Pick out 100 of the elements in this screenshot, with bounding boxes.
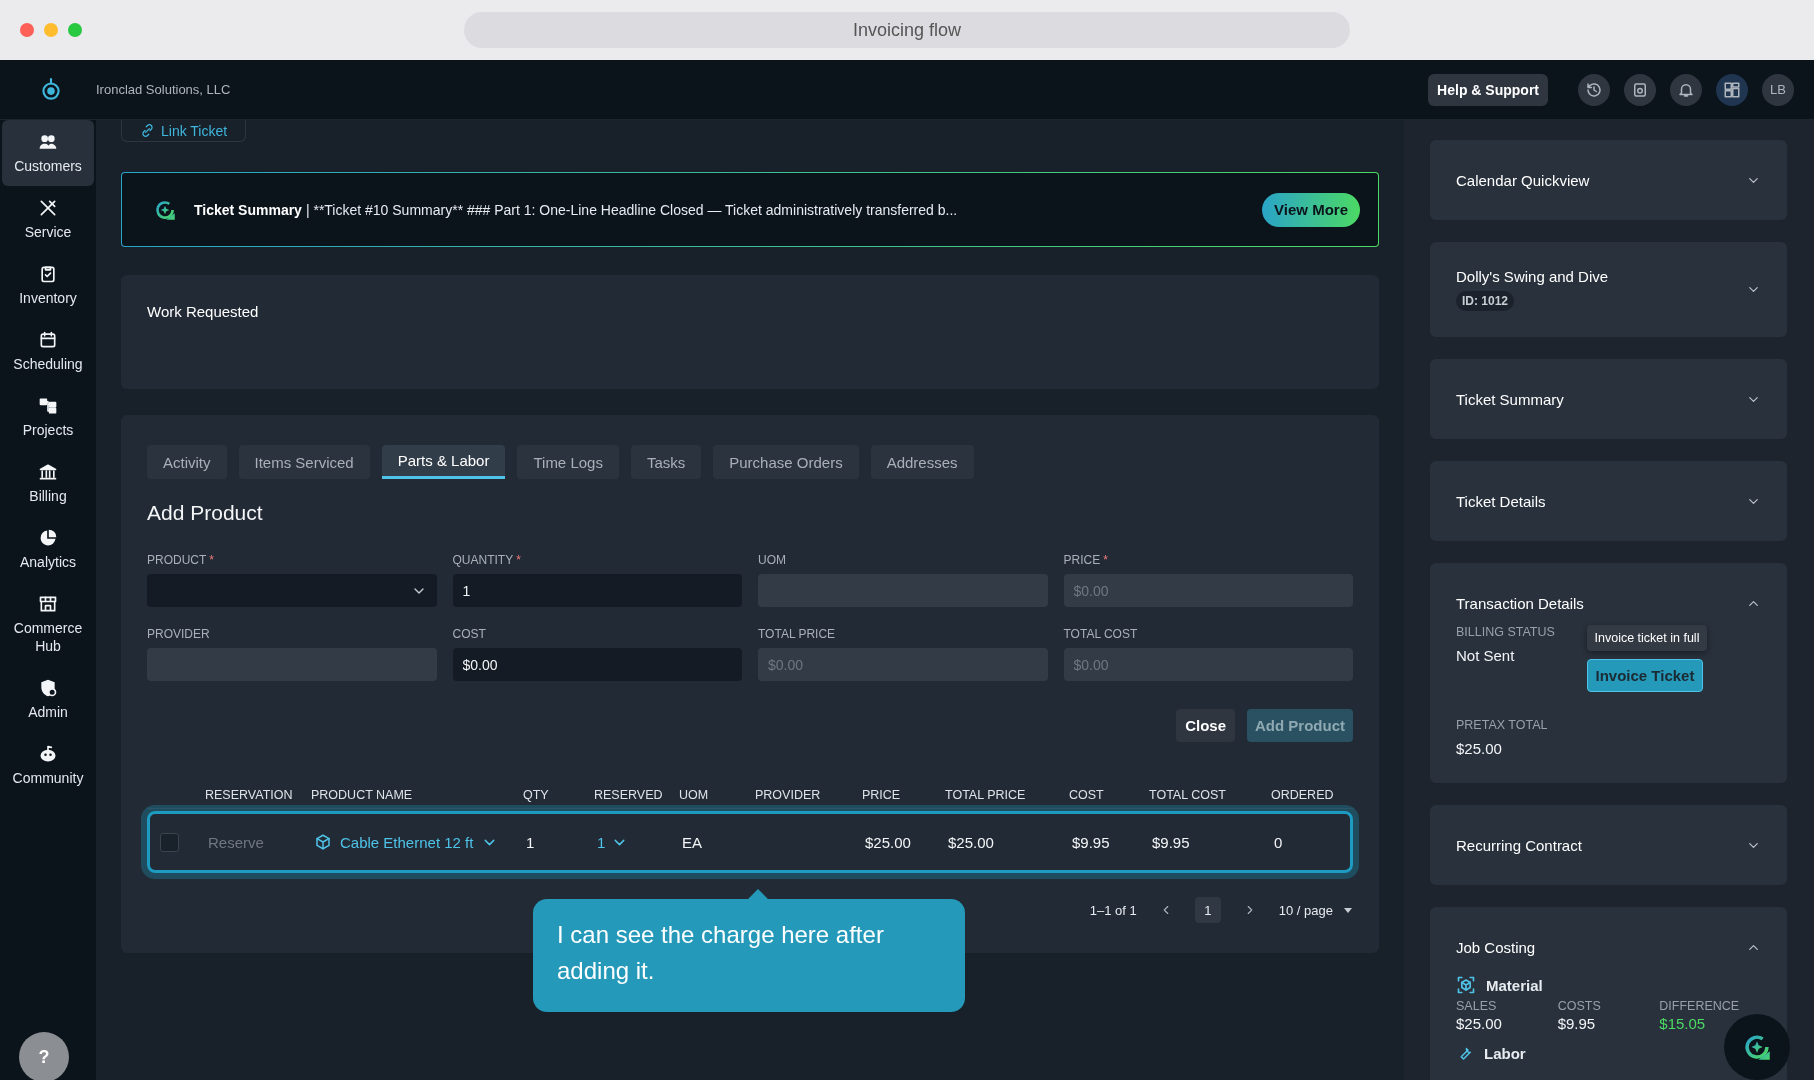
section-title: Add Product [147,501,264,525]
table-cell: $9.95 [1152,833,1190,851]
timer-icon [1631,80,1649,99]
field-label: QUANTITY [452,553,514,567]
product-link[interactable]: Cable Ethernet 12 ft [314,833,499,851]
sidebar-item[interactable]: Admin [2,666,94,732]
field-label: COST [452,627,486,641]
hierarchy-icon [38,396,58,416]
sidebar-item[interactable]: Community [2,732,94,798]
maximize-window-icon[interactable] [68,23,82,37]
link-icon [140,123,155,138]
pie-chart-icon [38,528,58,548]
cube-scan-icon [1456,975,1476,995]
card-title: Ticket Details [1456,492,1546,510]
reserved-dropdown[interactable]: 1 [597,833,629,851]
column-header: COST [1069,788,1105,802]
cube-icon [314,833,332,851]
grid-icon [1723,80,1741,99]
page-size-select[interactable]: 10 / page [1278,902,1333,918]
tab[interactable]: Time Logs [517,445,619,479]
field-label: TOTAL PRICE [758,627,836,641]
tab[interactable]: Addresses [870,445,974,479]
minimize-window-icon[interactable] [44,23,58,37]
invoice-ticket-button[interactable]: Invoice Ticket [1586,659,1704,692]
sidebar-item[interactable]: Inventory [2,252,94,318]
history-icon [1585,80,1603,99]
metric-label: SALES [1456,999,1498,1013]
timer-button[interactable] [1624,73,1656,106]
column-header: RESERVED [594,788,664,802]
section-title: Material [1486,976,1543,994]
view-more-button[interactable]: View More [1262,192,1360,227]
pretax-total: $25.00 [1456,740,1503,757]
column-header: ORDERED [1271,788,1335,802]
sidebar-item[interactable]: Commerce Hub [2,582,94,666]
column-header: UOM [679,788,710,802]
column-header: PRODUCT NAME [311,788,414,802]
sidebar-item[interactable]: Service [2,186,94,252]
clipboard-check-icon [38,264,58,284]
column-header: RESERVATION [205,788,294,802]
card-title: Transaction Details [1456,594,1584,612]
sidebar-item[interactable]: Projects [2,384,94,450]
id-badge: ID: 1012 [1456,291,1515,311]
people-icon [38,132,58,152]
input-field[interactable]: $0.00 [452,648,742,681]
section-title: Labor [1484,1044,1526,1062]
company-name: Ironclad Solutions, LLC [96,82,231,97]
history-button[interactable] [1578,73,1610,106]
tab[interactable]: Items Serviced [238,445,370,479]
table-cell: Reserve [208,833,264,851]
column-header: TOTAL COST [1149,788,1227,802]
billing-status: Not Sent [1456,647,1516,664]
required-mark: * [1103,553,1108,567]
user-avatar[interactable]: LB [1762,73,1794,106]
required-mark: * [209,553,214,567]
table-cell: $25.00 [948,833,994,851]
storefront-icon [38,594,58,614]
field-label: PRODUCT [147,553,207,567]
tab[interactable]: Purchase Orders [713,445,859,479]
link-ticket-button[interactable]: Link Ticket [121,120,247,142]
metric-value: $15.05 [1659,1015,1707,1032]
input-field[interactable]: 1 [452,574,742,607]
help-support-button[interactable]: Help & Support [1428,73,1548,106]
shield-icon [38,678,58,698]
metric-label: DIFFERENCE [1659,999,1741,1013]
tooltip: Invoice ticket in full [1586,625,1708,651]
dashboard-button[interactable] [1716,73,1748,106]
sidebar-item[interactable]: Billing [2,450,94,516]
sidebar-item[interactable]: Customers [2,120,94,186]
robot-face-icon [38,744,58,764]
card-title: Recurring Contract [1456,836,1582,854]
banner-text: | **Ticket #10 Summary** ### Part 1: One-Line Headline Closed — Ticket administratively transferred b... [305,201,959,218]
field-label: TOTAL COST [1063,627,1138,641]
tab[interactable]: Parts & Labor [381,445,506,479]
card-title: Calendar Quickview [1456,171,1590,189]
column-header: TOTAL PRICE [945,788,1027,802]
table-cell: 1 [526,833,535,851]
required-mark: * [516,553,521,567]
close-window-icon[interactable] [20,23,34,37]
bank-icon [38,462,58,482]
card-title: Ticket Summary [1456,390,1564,408]
address-bar[interactable]: Invoicing flow [464,12,1350,48]
table-cell: $25.00 [865,833,911,851]
table-cell: 0 [1274,833,1283,851]
sidebar-item[interactable]: Analytics [2,516,94,582]
close-button[interactable]: Close [1176,709,1235,742]
tab[interactable]: Activity [147,445,227,479]
field-label: UOM [758,553,786,567]
tab[interactable]: Tasks [630,445,702,479]
notifications-button[interactable] [1670,73,1702,106]
metric-value: $25.00 [1456,1015,1503,1032]
field-label: PRETAX TOTAL [1456,718,1549,732]
page-range: 1–1 of 1 [1089,902,1137,918]
row-checkbox[interactable] [160,832,179,852]
card-title: Dolly's Swing and Dive [1456,268,1609,285]
sidebar-item[interactable]: Scheduling [2,318,94,384]
page-button[interactable]: 1 [1194,897,1221,923]
dropdown-icon [1343,905,1353,915]
metric-label: COSTS [1557,999,1602,1013]
column-header: PRICE [862,788,902,802]
field-label: PROVIDER [147,627,210,641]
